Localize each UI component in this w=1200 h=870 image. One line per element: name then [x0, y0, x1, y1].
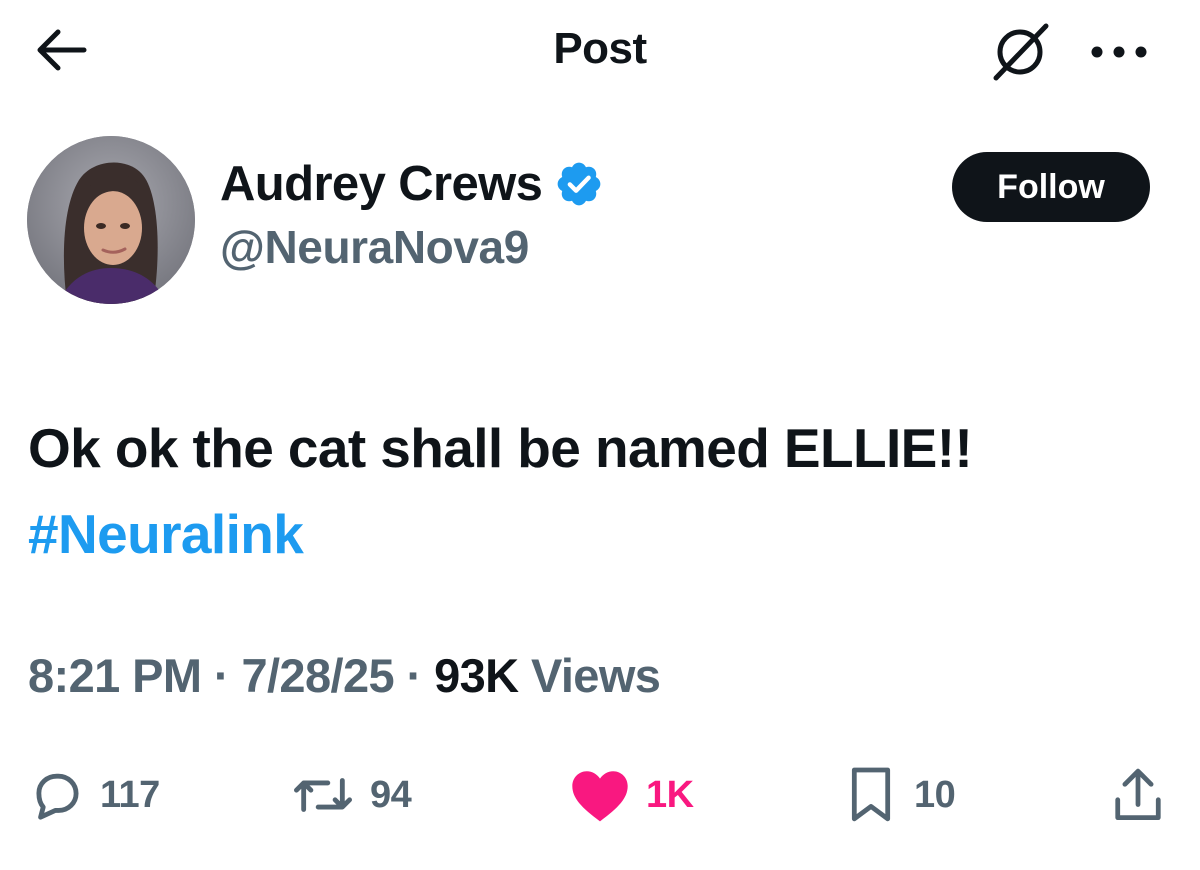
avatar[interactable]: [27, 136, 195, 304]
repost-count: 94: [370, 773, 412, 816]
heart-icon: [572, 771, 628, 822]
hashtag-link[interactable]: #Neuralink: [28, 491, 1178, 577]
tweet-date[interactable]: 7/28/25: [241, 649, 394, 702]
views-count[interactable]: 93K: [434, 649, 519, 702]
grok-button[interactable]: [986, 18, 1056, 84]
reply-count: 117: [100, 773, 160, 816]
reply-button[interactable]: 117: [28, 760, 160, 830]
bookmark-icon: [851, 767, 891, 822]
bookmark-count: 10: [914, 773, 956, 816]
like-button[interactable]: 1K: [568, 760, 694, 830]
tweet-text-line: Ok ok the cat shall be named ELLIE!!: [28, 417, 973, 479]
action-bar: 117 94 1K 10: [0, 760, 1200, 830]
share-icon: [1115, 768, 1161, 821]
bookmark-button[interactable]: 10: [842, 760, 956, 830]
user-handle[interactable]: @NeuraNova9: [220, 220, 604, 274]
share-button[interactable]: [1108, 760, 1168, 830]
meta-separator: ·: [406, 649, 423, 702]
avatar-photo: [27, 136, 195, 304]
tweet-time[interactable]: 8:21 PM: [28, 649, 202, 702]
reply-icon: [36, 773, 79, 820]
tweet-text: Ok ok the cat shall be named ELLIE!! #Ne…: [28, 405, 1178, 577]
meta-separator: ·: [213, 649, 230, 702]
more-options-button[interactable]: [1084, 24, 1154, 80]
like-count: 1K: [646, 773, 694, 816]
author-info: Audrey Crews @NeuraNova9: [220, 154, 604, 274]
display-name-row: Audrey Crews: [220, 154, 604, 214]
follow-button[interactable]: Follow: [952, 152, 1150, 222]
views-label[interactable]: Views: [531, 649, 661, 702]
tweet-meta: 8:21 PM · 7/28/25 · 93K Views: [28, 648, 661, 703]
repost-icon: [293, 778, 352, 812]
repost-button[interactable]: 94: [290, 760, 412, 830]
top-bar: Post: [0, 0, 1200, 100]
more-dots-icon: [1091, 46, 1147, 58]
verified-badge-icon[interactable]: [554, 159, 604, 209]
display-name[interactable]: Audrey Crews: [220, 156, 543, 212]
grok-icon: [993, 23, 1049, 81]
